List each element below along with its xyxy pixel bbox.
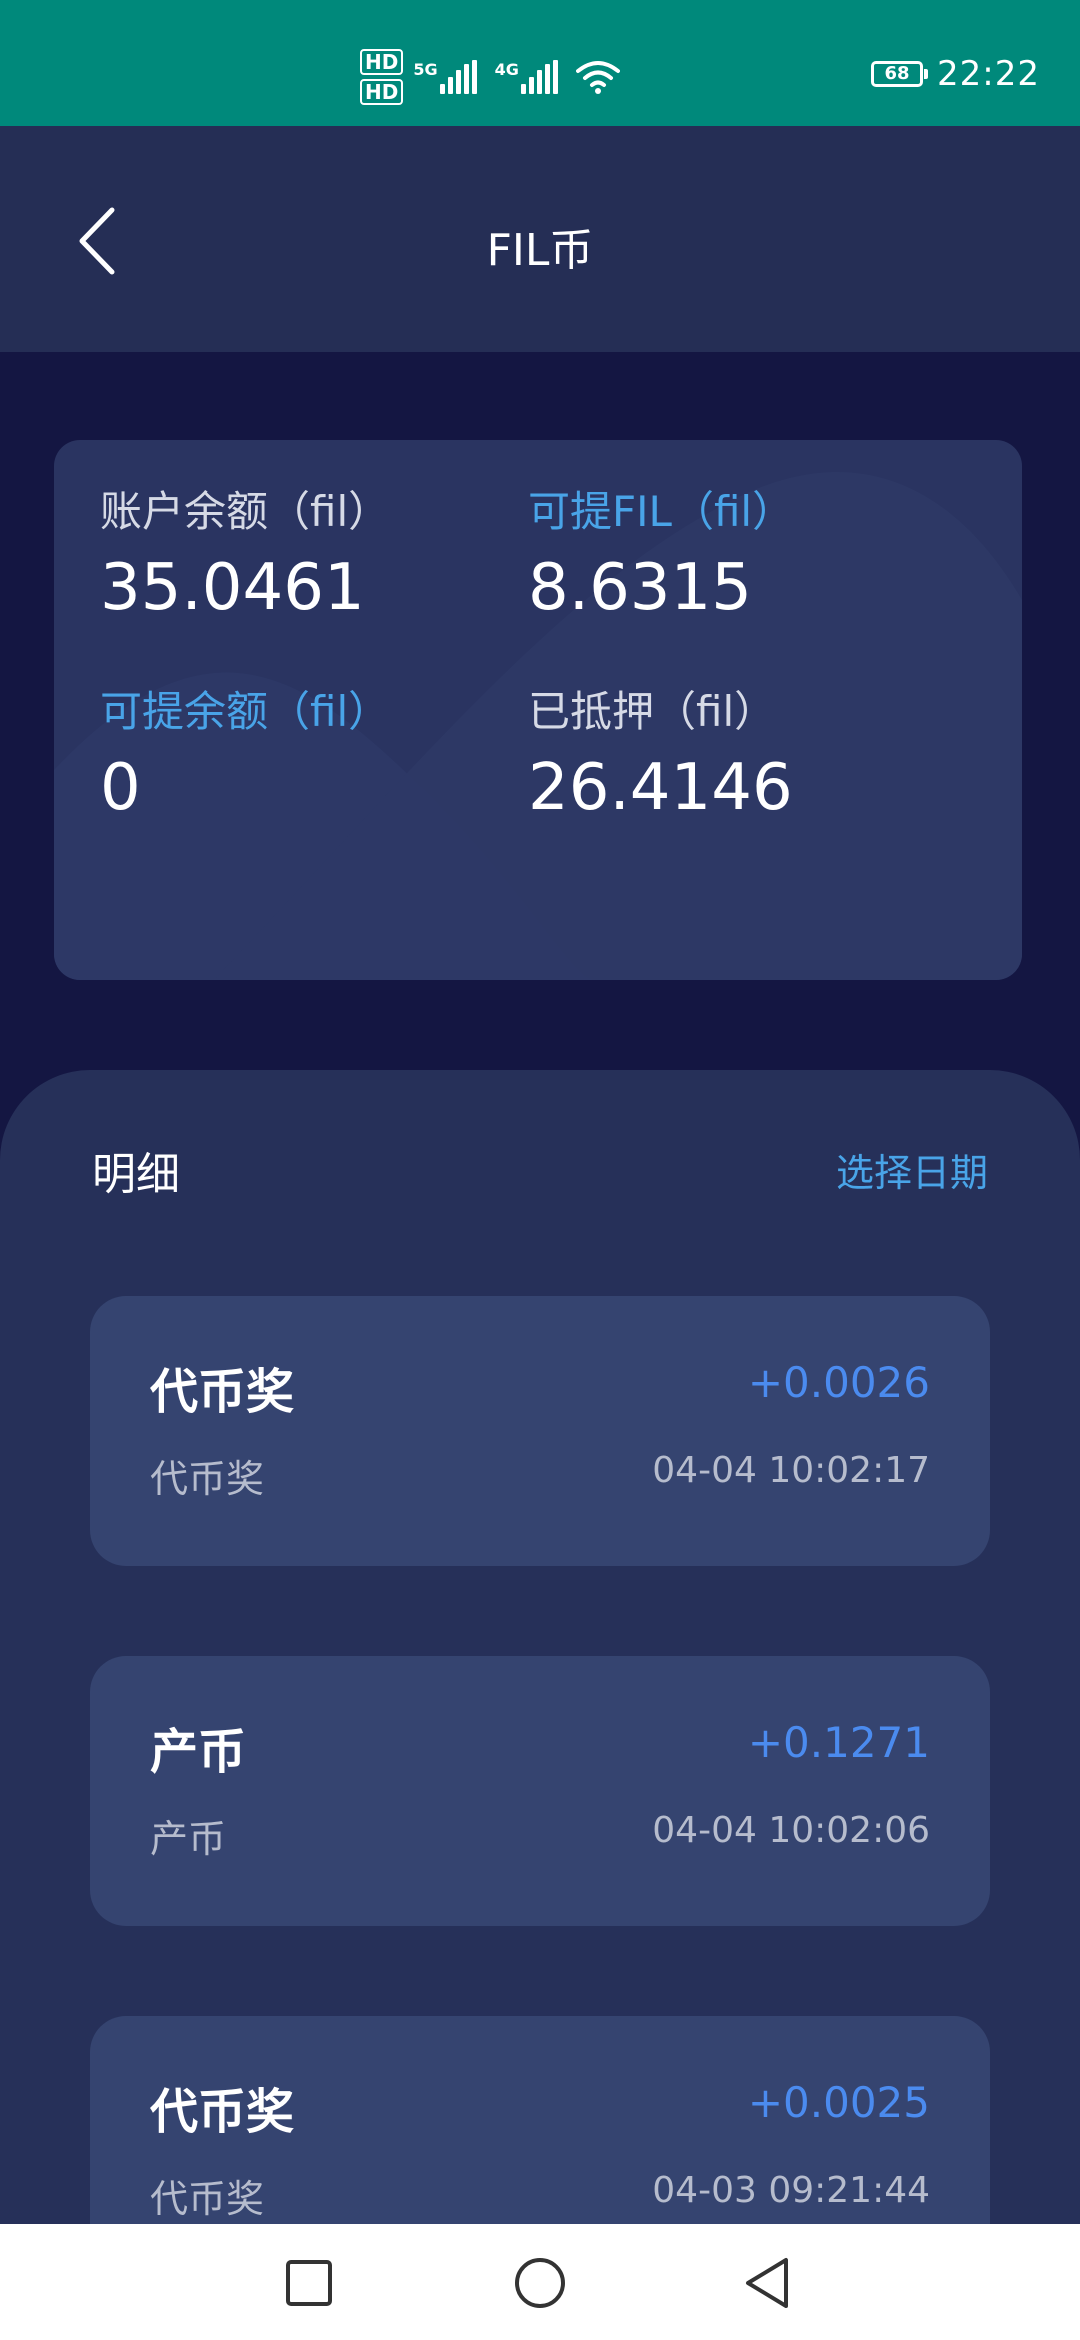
pledged-value: 26.4146 [528,751,793,825]
signal-5g-icon: 5G [413,60,477,94]
network-type-4g: 4G [494,60,519,79]
detail-title: 明细 [92,1149,180,1200]
balance-card: 账户余额（fil） 35.0461 可提FIL（fil） 8.6315 可提余额… [54,440,1022,980]
battery-icon: 68 [871,61,929,87]
transaction-amount: +0.1271 [747,1718,930,1767]
withdrawable-amount: 可提余额（fil） 0 [100,684,390,828]
account-balance-label: 账户余额（fil） [100,487,391,536]
withdrawable-fil-label: 可提FIL（fil） [528,487,795,536]
status-bar: HD HD 5G 4G 68 22:22 [0,0,1080,126]
transaction-time: 04-03 09:21:44 [652,2170,930,2211]
home-icon[interactable] [505,2248,575,2318]
transaction-desc: 代币奖 [150,1457,265,1501]
transaction-title: 代币奖 [150,1364,295,1420]
pledged-label: 已抵押（fil） [528,687,777,736]
hd-badges: HD HD [360,49,404,105]
wifi-icon [575,61,620,94]
transaction-title: 代币奖 [150,2084,295,2140]
detail-section: 明细 选择日期 代币奖 +0.0026 代币奖 04-04 10:02:17 产… [0,1070,1080,2340]
pledged: 已抵押（fil） 26.4146 [528,684,793,828]
transaction-time: 04-04 10:02:06 [652,1810,930,1851]
transaction-card[interactable]: 产币 +0.1271 产币 04-04 10:02:06 [90,1656,990,1926]
screen: HD HD 5G 4G 68 22:22 FIL币 账户余额（fil） 35.0… [0,0,1080,2340]
account-balance-value: 35.0461 [100,551,365,625]
transaction-card[interactable]: 代币奖 +0.0026 代币奖 04-04 10:02:17 [90,1296,990,1566]
transaction-title: 产币 [150,1724,247,1780]
system-nav-bar [0,2224,1080,2340]
account-balance: 账户余额（fil） 35.0461 [100,484,390,628]
withdrawable-amount-label: 可提余额（fil） [100,687,391,736]
signal-4g-icon: 4G [495,60,558,94]
status-icons: HD HD 5G 4G [360,44,620,110]
transaction-amount: +0.0026 [747,1358,930,1407]
withdrawable-amount-value: 0 [100,751,141,825]
app-header: FIL币 [0,126,1080,352]
page-title: FIL币 [486,225,594,276]
withdrawable-fil-value: 8.6315 [528,551,752,625]
transaction-desc: 产币 [150,1817,227,1861]
hd-badge-2: HD [360,79,404,105]
recent-apps-icon[interactable] [274,2248,344,2318]
network-type-5g: 5G [413,60,438,79]
clock: 22:22 [937,54,1040,94]
withdrawable-fil: 可提FIL（fil） 8.6315 [528,484,794,628]
transaction-time: 04-04 10:02:17 [652,1450,930,1491]
status-right: 68 22:22 [871,54,1040,94]
back-triangle-icon[interactable] [734,2248,804,2318]
transaction-desc: 代币奖 [150,2177,265,2221]
select-date-button[interactable]: 选择日期 [836,1142,988,1197]
hd-badge-1: HD [360,49,404,75]
transaction-amount: +0.0025 [747,2078,930,2127]
